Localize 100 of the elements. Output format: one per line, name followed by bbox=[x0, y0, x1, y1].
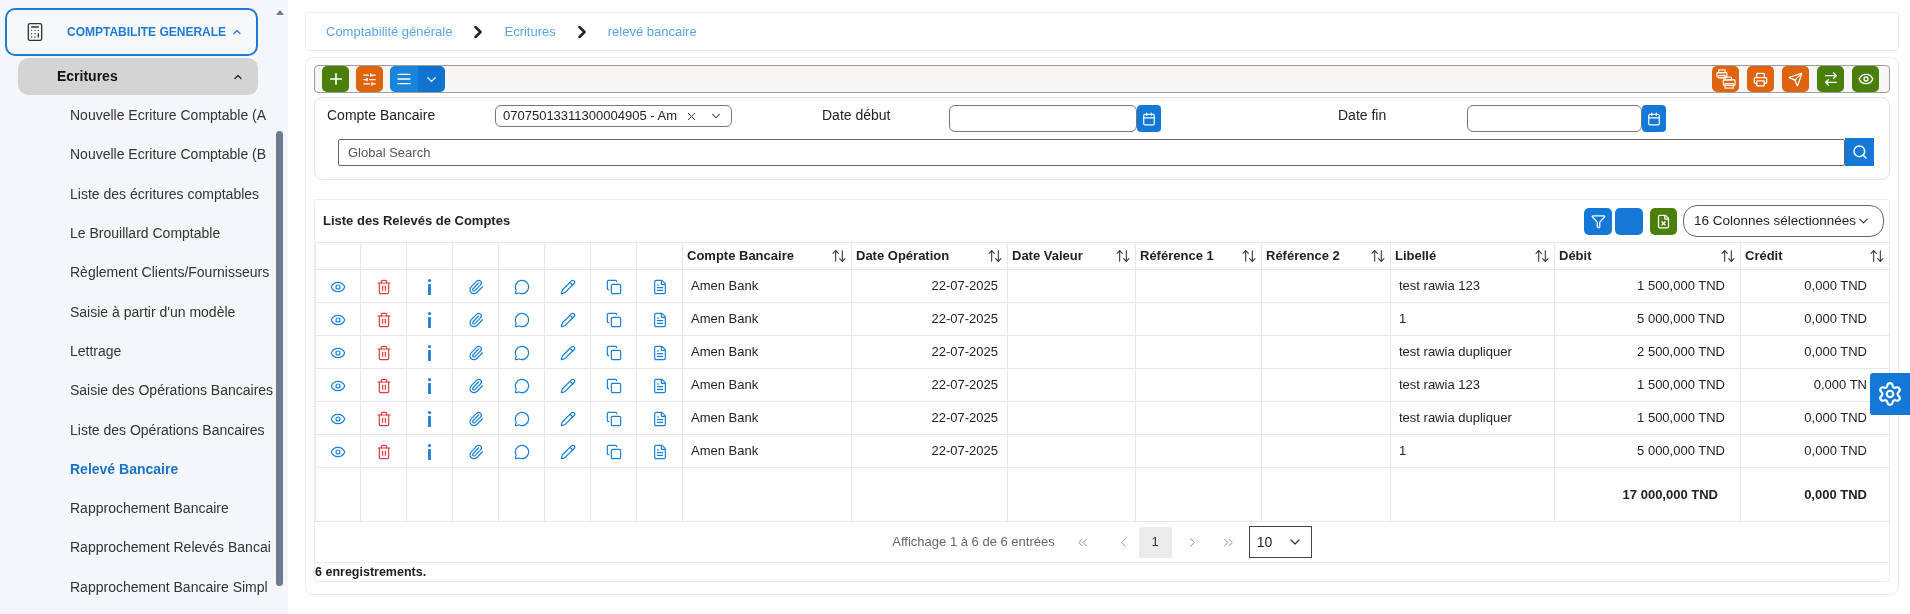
copy-icon[interactable] bbox=[605, 344, 622, 361]
column-picker-select[interactable]: 16 Colonnes sélectionnées bbox=[1683, 205, 1884, 237]
copy-icon[interactable] bbox=[605, 377, 622, 394]
speech-bubble-icon[interactable] bbox=[513, 443, 530, 460]
info-icon[interactable] bbox=[427, 278, 432, 295]
sidebar-item[interactable]: Saisie à partir d'un modèle bbox=[70, 301, 236, 323]
info-icon[interactable] bbox=[427, 443, 432, 460]
speech-bubble-icon[interactable] bbox=[513, 377, 530, 394]
document-icon[interactable] bbox=[651, 410, 668, 427]
paperclip-icon[interactable] bbox=[467, 278, 484, 295]
sidebar-item[interactable]: Rapprochement Bancaire bbox=[70, 498, 229, 520]
document-icon[interactable] bbox=[651, 443, 668, 460]
batch-print-button[interactable] bbox=[1712, 66, 1739, 92]
pencil-icon[interactable] bbox=[559, 311, 576, 328]
pencil-icon[interactable] bbox=[559, 278, 576, 295]
speech-bubble-icon[interactable] bbox=[513, 410, 530, 427]
paperclip-icon[interactable] bbox=[467, 344, 484, 361]
document-icon[interactable] bbox=[651, 311, 668, 328]
table-cell: 1 500,000 TND bbox=[1637, 377, 1725, 393]
sidebar-item[interactable]: Rapprochement Bancaire Simpl bbox=[70, 576, 268, 598]
table-cell: 0,000 TND bbox=[1804, 410, 1867, 426]
paperclip-icon[interactable] bbox=[467, 410, 484, 427]
global-search-field[interactable]: Global Search bbox=[338, 138, 1845, 166]
pencil-icon[interactable] bbox=[559, 443, 576, 460]
speech-bubble-icon[interactable] bbox=[513, 311, 530, 328]
send-button[interactable] bbox=[1782, 66, 1809, 92]
group-header[interactable]: Ecritures bbox=[18, 58, 258, 95]
section-header[interactable]: COMPTABILITE GENERALE bbox=[5, 8, 258, 56]
info-icon[interactable] bbox=[427, 311, 432, 328]
pencil-icon[interactable] bbox=[559, 377, 576, 394]
preview-button[interactable] bbox=[1852, 66, 1879, 92]
scroll-up-arrow-icon[interactable] bbox=[276, 10, 284, 15]
sort-icon[interactable] bbox=[1869, 248, 1885, 264]
sidebar-item[interactable]: Relevé Bancaire bbox=[70, 458, 179, 480]
date-end-field[interactable] bbox=[1467, 105, 1642, 132]
calendar-button[interactable] bbox=[1642, 105, 1666, 132]
print-button[interactable] bbox=[1747, 66, 1774, 92]
sidebar-item[interactable]: Liste des Opérations Bancaires bbox=[70, 419, 265, 441]
pencil-icon[interactable] bbox=[559, 410, 576, 427]
sidebar-item[interactable]: Saisie des Opérations Bancaires bbox=[70, 380, 274, 402]
sidebar-item[interactable]: Nouvelle Ecriture Comptable (A bbox=[70, 105, 267, 127]
trash-icon[interactable] bbox=[375, 278, 392, 295]
table-cell: test rawia 123 bbox=[1399, 278, 1480, 294]
scrollbar-thumb[interactable] bbox=[276, 131, 283, 586]
copy-icon[interactable] bbox=[605, 410, 622, 427]
sort-icon[interactable] bbox=[1720, 248, 1736, 264]
speech-bubble-icon[interactable] bbox=[513, 278, 530, 295]
info-icon[interactable] bbox=[427, 344, 432, 361]
sort-icon[interactable] bbox=[1115, 248, 1131, 264]
excel-export-button[interactable] bbox=[1650, 207, 1677, 235]
dropdown-button[interactable] bbox=[418, 66, 445, 92]
search-button[interactable] bbox=[1845, 138, 1874, 166]
add-button[interactable] bbox=[322, 66, 349, 92]
lines-icon bbox=[396, 71, 412, 87]
search-icon bbox=[1851, 144, 1868, 160]
paperclip-icon[interactable] bbox=[467, 377, 484, 394]
table-cell: 22-07-2025 bbox=[931, 410, 998, 426]
list-view-button[interactable] bbox=[390, 66, 418, 92]
trash-icon[interactable] bbox=[375, 377, 392, 394]
info-icon[interactable] bbox=[427, 410, 432, 427]
sort-icon[interactable] bbox=[1534, 248, 1550, 264]
speech-bubble-icon[interactable] bbox=[513, 344, 530, 361]
table-cell: Amen Bank bbox=[691, 278, 759, 294]
page-size-select[interactable]: 10 bbox=[1248, 526, 1312, 558]
copy-icon[interactable] bbox=[605, 278, 622, 295]
trash-icon[interactable] bbox=[375, 344, 392, 361]
table-cell: 1 500,000 TND bbox=[1637, 410, 1725, 426]
paperclip-icon[interactable] bbox=[467, 443, 484, 460]
sort-icon[interactable] bbox=[987, 248, 1003, 264]
trash-icon[interactable] bbox=[375, 311, 392, 328]
trash-icon[interactable] bbox=[375, 410, 392, 427]
sidebar-item[interactable]: Nouvelle Ecriture Comptable (B bbox=[70, 144, 267, 166]
copy-icon[interactable] bbox=[605, 311, 622, 328]
sidebar-item[interactable]: Rapprochement Relevés Bancai bbox=[70, 537, 271, 559]
sort-icon[interactable] bbox=[1241, 248, 1257, 264]
document-icon[interactable] bbox=[651, 344, 668, 361]
page-button[interactable]: 1 bbox=[1138, 526, 1172, 558]
document-icon[interactable] bbox=[651, 377, 668, 394]
settings-button[interactable] bbox=[1870, 373, 1910, 415]
date-start-field[interactable] bbox=[949, 105, 1137, 132]
copy-icon[interactable] bbox=[605, 443, 622, 460]
paperclip-icon[interactable] bbox=[467, 311, 484, 328]
filter-button[interactable] bbox=[1584, 207, 1612, 235]
table-cell: 5 000,000 TND bbox=[1637, 311, 1725, 327]
pencil-icon[interactable] bbox=[559, 344, 576, 361]
sort-icon[interactable] bbox=[831, 248, 847, 264]
info-icon[interactable] bbox=[427, 377, 432, 394]
sidebar-item[interactable]: Liste des écritures comptables bbox=[70, 183, 260, 205]
sidebar-item[interactable]: Règlement Clients/Fournisseurs bbox=[70, 262, 270, 284]
transfer-button[interactable] bbox=[1817, 66, 1844, 92]
swap-arrows-icon bbox=[1822, 71, 1839, 87]
document-icon[interactable] bbox=[651, 278, 668, 295]
trash-icon[interactable] bbox=[375, 443, 392, 460]
sidebar-item[interactable]: Lettrage bbox=[70, 340, 122, 362]
sidebar-item[interactable]: Le Brouillard Comptable bbox=[70, 223, 221, 245]
sliders-button[interactable] bbox=[356, 66, 383, 92]
blank-button[interactable] bbox=[1615, 207, 1643, 235]
sort-icon[interactable] bbox=[1370, 248, 1386, 264]
calendar-button[interactable] bbox=[1137, 105, 1161, 132]
account-select[interactable]: 07075013311300004905 - Am bbox=[495, 105, 732, 127]
